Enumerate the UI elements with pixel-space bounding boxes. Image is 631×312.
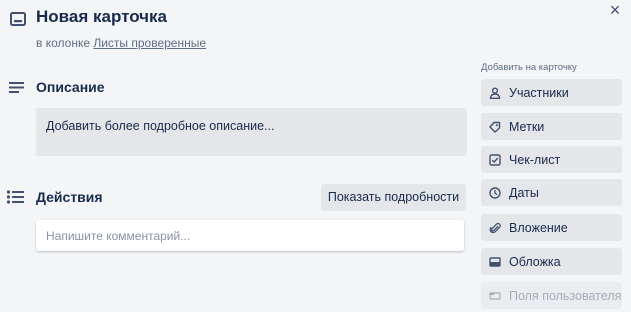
labels-button[interactable]: Метки [481,113,622,140]
close-icon: × [609,0,621,20]
members-label: Участники [509,85,569,100]
attachment-button[interactable]: Вложение [481,214,622,241]
show-details-button[interactable]: Показать подробности [321,184,466,211]
card-title[interactable]: Новая карточка [36,7,167,27]
custom-fields-button: Поля пользователя [481,282,622,309]
description-heading: Описание [36,79,105,95]
activity-heading: Действия [36,189,103,205]
description-editor[interactable]: Добавить более подробное описание... [36,108,467,156]
labels-label: Метки [509,119,545,134]
checklist-label: Чек-лист [509,152,561,167]
dates-label: Даты [509,185,539,200]
tag-icon [489,121,501,133]
card-icon [10,11,26,27]
comment-input[interactable] [36,220,464,251]
checklist-button[interactable]: Чек-лист [481,146,622,173]
list-reference: в колонке Листы проверенные [36,36,206,50]
add-to-card-label: Добавить на карточку [481,62,577,73]
clock-icon [489,186,501,199]
cover-button[interactable]: Обложка [481,248,622,275]
description-icon [8,80,26,96]
paperclip-icon [489,222,501,234]
list-name-link[interactable]: Листы проверенные [93,36,206,50]
activity-icon [6,189,26,205]
cover-icon [489,256,501,268]
list-prefix: в колонке [36,36,90,50]
person-icon [489,86,501,99]
attachment-label: Вложение [509,220,568,235]
custom-fields-label: Поля пользователя [509,288,622,303]
members-button[interactable]: Участники [481,79,622,106]
close-button[interactable]: × [604,1,626,23]
dates-button[interactable]: Даты [481,179,622,206]
cover-label: Обложка [509,254,561,269]
description-placeholder: Добавить более подробное описание... [46,119,275,133]
custom-fields-icon [489,290,501,302]
checkbox-icon [489,153,501,166]
